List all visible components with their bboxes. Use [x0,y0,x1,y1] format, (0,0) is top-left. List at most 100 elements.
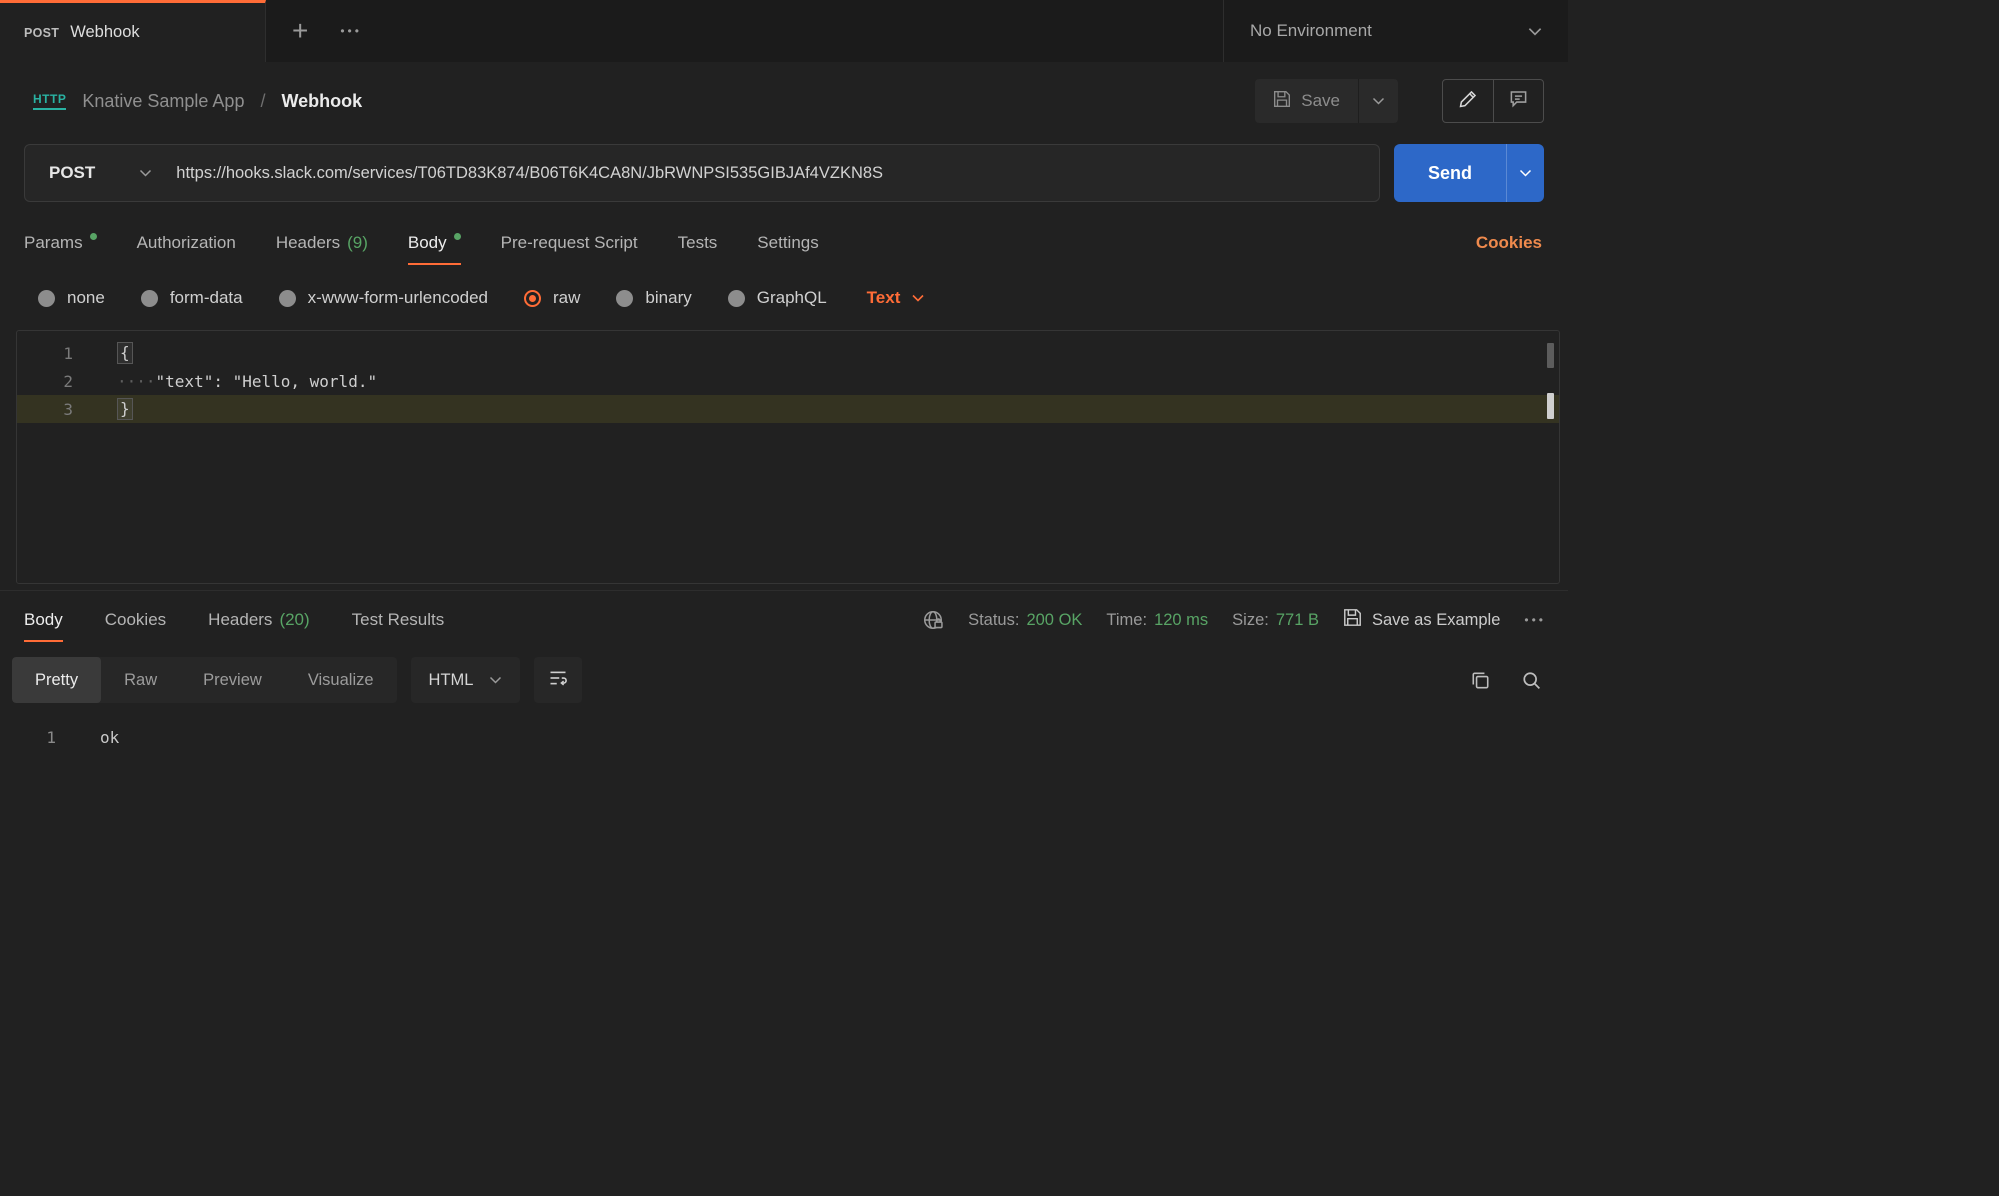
mode-none[interactable]: none [38,288,105,308]
chevron-down-icon [912,294,924,302]
breadcrumb-collection[interactable]: Knative Sample App [82,91,244,112]
line-code: { [87,342,133,364]
chevron-down-icon [1519,169,1532,177]
json-text: "text": "Hello, world." [156,372,378,391]
response-tab-cookies[interactable]: Cookies [105,591,166,649]
tab-label: Params [24,233,83,253]
response-tab-body[interactable]: Body [24,591,63,649]
mode-label: binary [645,288,691,308]
new-tab-button[interactable]: + [292,17,308,45]
response-headers-count: (20) [279,610,309,630]
line-code: "text": "Hello, world." [87,372,377,391]
whitespace-dots [117,372,156,391]
tab-label: Test Results [352,610,445,630]
tab-title: Webhook [70,23,139,42]
tab-tests[interactable]: Tests [678,214,718,272]
response-body[interactable]: 1 ok [0,711,1568,1196]
size-value: 771 B [1276,611,1319,630]
save-button[interactable]: Save [1255,79,1358,123]
save-button-group: Save [1255,79,1398,123]
radio-icon [616,290,633,307]
mode-binary[interactable]: binary [616,288,691,308]
tab-params[interactable]: Params [24,214,97,272]
tab-pre-request-script[interactable]: Pre-request Script [501,214,638,272]
overview-ruler-cursor-mark[interactable] [1547,393,1554,419]
mode-raw[interactable]: raw [524,288,580,308]
request-tab[interactable]: POST Webhook [0,0,266,62]
mode-x-www-form-urlencoded[interactable]: x-www-form-urlencoded [279,288,488,308]
view-tab-visualize[interactable]: Visualize [285,657,397,703]
view-tab-preview[interactable]: Preview [180,657,285,703]
headers-count: (9) [347,233,368,253]
request-body-editor[interactable]: 1 { 2 "text": "Hello, world." 3 } [16,330,1560,584]
editor-line[interactable]: 1 { [17,339,1559,367]
response-tabs: Body Cookies Headers (20) Test Results [24,591,444,649]
pencil-icon [1459,89,1478,113]
response-format-selector[interactable]: HTML [411,657,521,703]
response-right-icons [1470,670,1542,691]
response-view-group: Pretty Raw Preview Visualize [12,657,397,703]
comments-button[interactable] [1493,80,1543,122]
size-label: Size: [1232,611,1269,630]
language-label: Text [867,288,901,308]
radio-icon [38,290,55,307]
line-code: } [87,398,133,420]
raw-language-selector[interactable]: Text [867,288,925,308]
response-meta: Status: 200 OK Time: 120 ms Size: 771 B … [922,608,1546,632]
line-number: 1 [17,344,87,363]
url-input[interactable] [174,163,1379,184]
method-selector[interactable]: POST [25,163,174,183]
mode-form-data[interactable]: form-data [141,288,243,308]
save-as-example-button[interactable]: Save as Example [1343,608,1500,632]
response-options-button[interactable]: ••• [1524,613,1546,627]
mode-graphql[interactable]: GraphQL [728,288,827,308]
time-indicator: Time: 120 ms [1106,611,1208,630]
tab-settings[interactable]: Settings [757,214,818,272]
tab-actions: + ••• [266,0,362,62]
tab-authorization[interactable]: Authorization [137,214,236,272]
tab-headers[interactable]: Headers (9) [276,214,368,272]
chevron-down-icon [1528,27,1542,36]
network-globe-icon[interactable] [922,609,944,631]
editor-line-active[interactable]: 3 } [17,395,1559,423]
tab-body[interactable]: Body [408,214,461,272]
cookies-link[interactable]: Cookies [1476,233,1542,253]
response-tab-test-results[interactable]: Test Results [352,591,445,649]
send-options-button[interactable] [1506,144,1544,202]
tab-label: Headers [208,610,272,630]
breadcrumb-request-name[interactable]: Webhook [281,91,362,112]
tab-options-button[interactable]: ••• [340,24,362,38]
comment-icon [1509,89,1528,113]
response-tab-headers[interactable]: Headers (20) [208,591,310,649]
search-response-button[interactable] [1521,670,1542,691]
view-tab-pretty[interactable]: Pretty [12,657,101,703]
radio-icon [141,290,158,307]
save-as-example-label: Save as Example [1372,611,1500,630]
breadcrumb: HTTP Knative Sample App / Webhook [33,91,362,112]
format-label: HTML [429,671,474,690]
time-value: 120 ms [1154,611,1208,630]
request-header: HTTP Knative Sample App / Webhook Save [0,62,1568,140]
send-button[interactable]: Send [1394,144,1506,202]
postman-window: POST Webhook + ••• No Environment HTTP K… [0,0,1568,1196]
copy-response-button[interactable] [1470,670,1491,691]
body-mode-row: none form-data x-www-form-urlencoded raw… [0,272,1568,324]
chevron-down-icon [489,676,502,684]
edit-button[interactable] [1443,80,1493,122]
environment-selector[interactable]: No Environment [1223,0,1568,62]
mode-label: none [67,288,105,308]
wrap-lines-button[interactable] [534,657,582,703]
body-active-dot [454,233,461,240]
url-row: POST Send [0,140,1568,214]
environment-label: No Environment [1250,21,1372,41]
view-tab-raw[interactable]: Raw [101,657,180,703]
editor-line[interactable]: 2 "text": "Hello, world." [17,367,1559,395]
tab-bar: POST Webhook + ••• No Environment [0,0,1568,62]
save-options-button[interactable] [1358,79,1398,123]
line-number: 1 [0,728,70,747]
url-bar: POST [24,144,1380,202]
edit-comment-group [1442,79,1544,123]
tab-label: Tests [678,233,718,253]
request-tabs-row: Params Authorization Headers (9) Body Pr… [0,214,1568,272]
tab-label: Headers [276,233,340,253]
